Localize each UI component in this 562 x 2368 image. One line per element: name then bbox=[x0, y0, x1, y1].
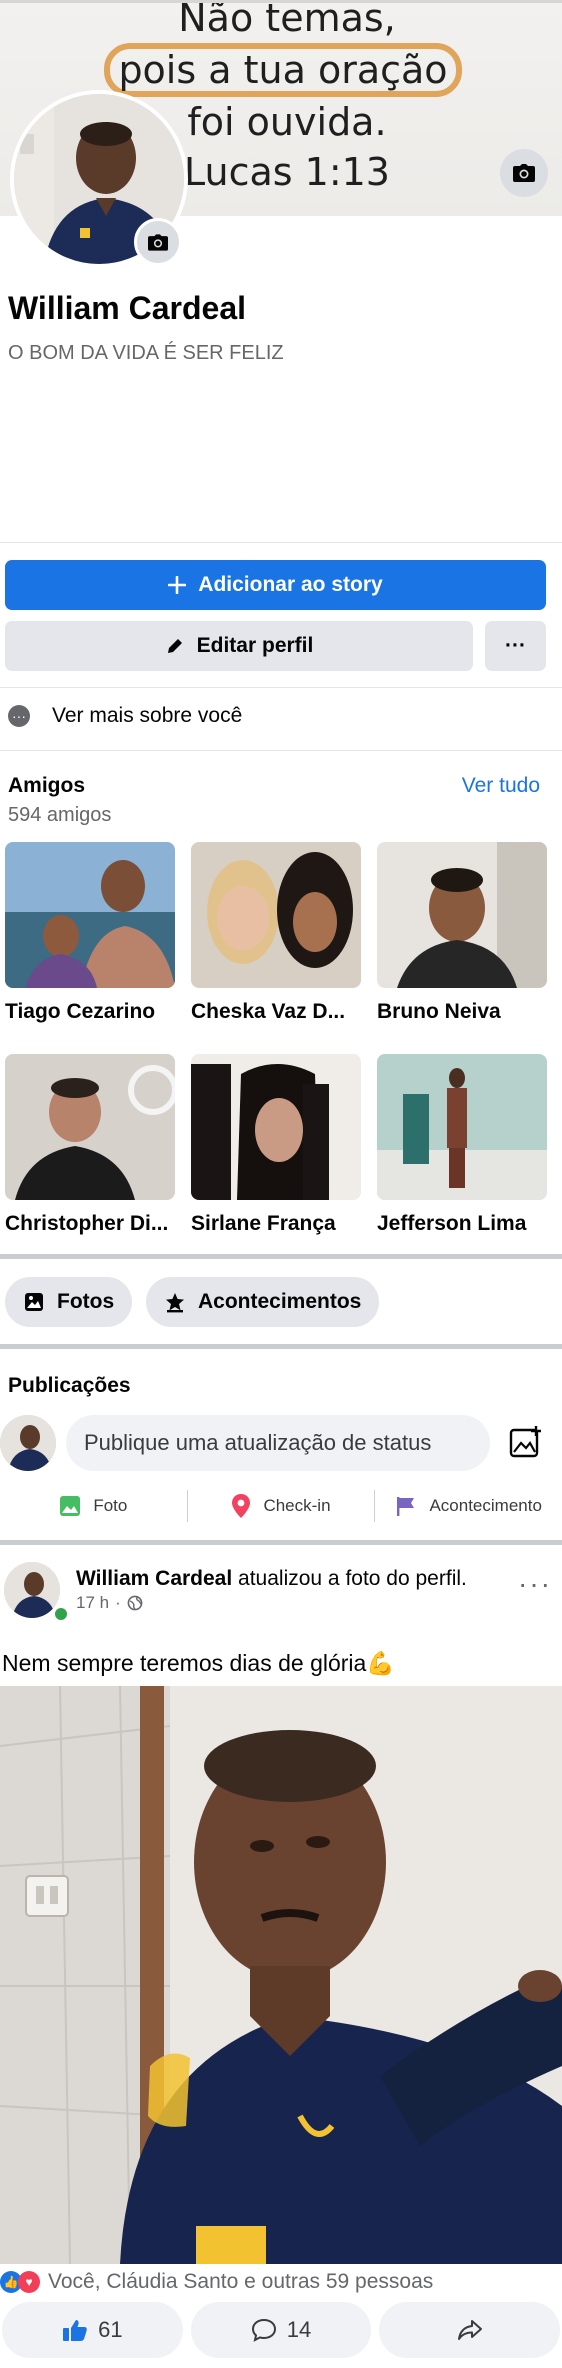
friend-name: Jefferson Lima bbox=[377, 1212, 527, 1235]
share-icon bbox=[457, 2320, 482, 2340]
post-meta: 17 h · bbox=[76, 1593, 143, 1613]
photo-action-button[interactable]: Foto bbox=[0, 1486, 187, 1526]
publications-title: Publicações bbox=[8, 1374, 131, 1397]
friends-title: Amigos bbox=[8, 774, 86, 797]
comment-count: 14 bbox=[286, 2317, 312, 2342]
post-author-avatar[interactable] bbox=[4, 1562, 60, 1618]
online-status-indicator bbox=[52, 1605, 70, 1623]
love-reaction-icon: ♥ bbox=[18, 2271, 40, 2293]
divider bbox=[0, 750, 562, 751]
life-events-label: Acontecimentos bbox=[198, 1290, 362, 1313]
post-photo[interactable] bbox=[0, 1686, 562, 2264]
like-button[interactable]: 61 bbox=[2, 2302, 183, 2358]
reactions-text: Você, Cláudia Santo e outras 59 pessoas bbox=[48, 2270, 434, 2293]
like-icon bbox=[63, 2320, 87, 2341]
post-header: William Cardeal atualizou a foto do perf… bbox=[76, 1566, 496, 1592]
add-photo-icon bbox=[509, 1426, 541, 1458]
friend-card[interactable]: Cheska Vaz D... bbox=[191, 842, 361, 1024]
status-input[interactable]: Publique uma atualização de status bbox=[66, 1415, 490, 1471]
like-count: 61 bbox=[98, 2317, 123, 2342]
meta-dot: · bbox=[115, 1593, 121, 1612]
friend-photo bbox=[5, 1054, 175, 1200]
photo-icon bbox=[60, 1496, 81, 1516]
photo-action-label: Foto bbox=[93, 1496, 128, 1515]
divider bbox=[0, 542, 562, 543]
add-to-story-button[interactable]: Adicionar ao story bbox=[5, 560, 546, 610]
see-more-about-you[interactable]: ··· Ver mais sobre você bbox=[0, 698, 562, 734]
divider bbox=[0, 687, 562, 688]
post-text: Nem sempre teremos dias de glória💪 bbox=[2, 1650, 395, 1676]
friend-name: Christopher Di... bbox=[5, 1212, 169, 1235]
friend-name: Sirlane França bbox=[191, 1212, 336, 1235]
add-photo-button[interactable] bbox=[508, 1424, 544, 1465]
cover-line: pois a tua oração bbox=[104, 43, 462, 97]
friend-photo bbox=[191, 842, 361, 988]
comment-icon bbox=[251, 2318, 276, 2342]
life-event-action-button[interactable]: Acontecimento bbox=[375, 1486, 562, 1526]
friend-card[interactable]: Tiago Cezarino bbox=[5, 842, 175, 1024]
friend-photo bbox=[377, 1054, 547, 1200]
camera-icon bbox=[513, 164, 535, 182]
star-icon bbox=[166, 1293, 184, 1313]
friends-count: 594 amigos bbox=[8, 804, 112, 826]
location-pin-icon bbox=[232, 1494, 251, 1518]
friend-photo bbox=[5, 842, 175, 988]
friend-card[interactable]: Jefferson Lima bbox=[377, 1054, 547, 1236]
camera-icon bbox=[148, 233, 168, 251]
more-info-icon: ··· bbox=[8, 705, 30, 727]
edit-profile-button[interactable]: Editar perfil bbox=[5, 621, 473, 671]
see-all-friends-link[interactable]: Ver tudo bbox=[462, 774, 540, 798]
checkin-action-label: Check-in bbox=[263, 1496, 331, 1515]
composer-avatar[interactable] bbox=[0, 1415, 56, 1471]
cover-camera-button[interactable] bbox=[500, 149, 548, 197]
life-events-pill-button[interactable]: Acontecimentos bbox=[146, 1277, 380, 1327]
section-divider bbox=[0, 1254, 562, 1259]
see-more-about-label: Ver mais sobre você bbox=[52, 704, 243, 727]
checkin-action-button[interactable]: Check-in bbox=[188, 1486, 375, 1526]
more-dots-icon: ··· bbox=[505, 634, 526, 657]
comment-button[interactable]: 14 bbox=[190, 2302, 372, 2358]
reactions-summary[interactable]: 👍 ♥ Você, Cláudia Santo e outras 59 pess… bbox=[0, 2270, 433, 2294]
add-to-story-label: Adicionar ao story bbox=[198, 573, 383, 596]
avatar-camera-button[interactable] bbox=[134, 218, 182, 266]
post-time[interactable]: 17 h bbox=[76, 1593, 109, 1613]
section-divider bbox=[0, 1344, 562, 1349]
post-action-text: atualizou a foto do perfil. bbox=[232, 1567, 467, 1590]
flag-icon bbox=[397, 1497, 415, 1516]
friend-card[interactable]: Bruno Neiva bbox=[377, 842, 547, 1024]
friend-photo bbox=[191, 1054, 361, 1200]
friend-card[interactable]: Christopher Di... bbox=[5, 1054, 175, 1236]
post-author-name[interactable]: William Cardeal bbox=[76, 1567, 232, 1590]
section-divider bbox=[0, 1540, 562, 1545]
friend-card[interactable]: Sirlane França bbox=[191, 1054, 361, 1236]
friend-name: Cheska Vaz D... bbox=[191, 1000, 346, 1023]
friend-photo bbox=[377, 842, 547, 988]
post-action-bar: 61 14 bbox=[0, 2302, 562, 2358]
profile-bio: O BOM DA VIDA É SER FELIZ bbox=[8, 342, 284, 364]
post-options-button[interactable]: ··· bbox=[518, 1568, 552, 1600]
edit-profile-label: Editar perfil bbox=[196, 634, 314, 657]
profile-name: William Cardeal bbox=[8, 290, 247, 326]
friend-name: Bruno Neiva bbox=[377, 1000, 501, 1023]
composer-actions: Foto Check-in Acontecimento bbox=[0, 1486, 562, 1526]
friend-name: Tiago Cezarino bbox=[5, 1000, 156, 1023]
more-options-button[interactable]: ··· bbox=[485, 621, 546, 671]
photos-pill-button[interactable]: Fotos bbox=[5, 1277, 133, 1327]
photos-icon bbox=[25, 1293, 43, 1311]
share-button[interactable] bbox=[379, 2302, 561, 2358]
life-event-action-label: Acontecimento bbox=[429, 1496, 542, 1515]
pencil-icon bbox=[167, 639, 182, 653]
plus-icon bbox=[168, 576, 187, 594]
photos-label: Fotos bbox=[57, 1290, 115, 1313]
globe-icon bbox=[127, 1595, 143, 1611]
cover-line: Não temas, bbox=[178, 0, 396, 40]
